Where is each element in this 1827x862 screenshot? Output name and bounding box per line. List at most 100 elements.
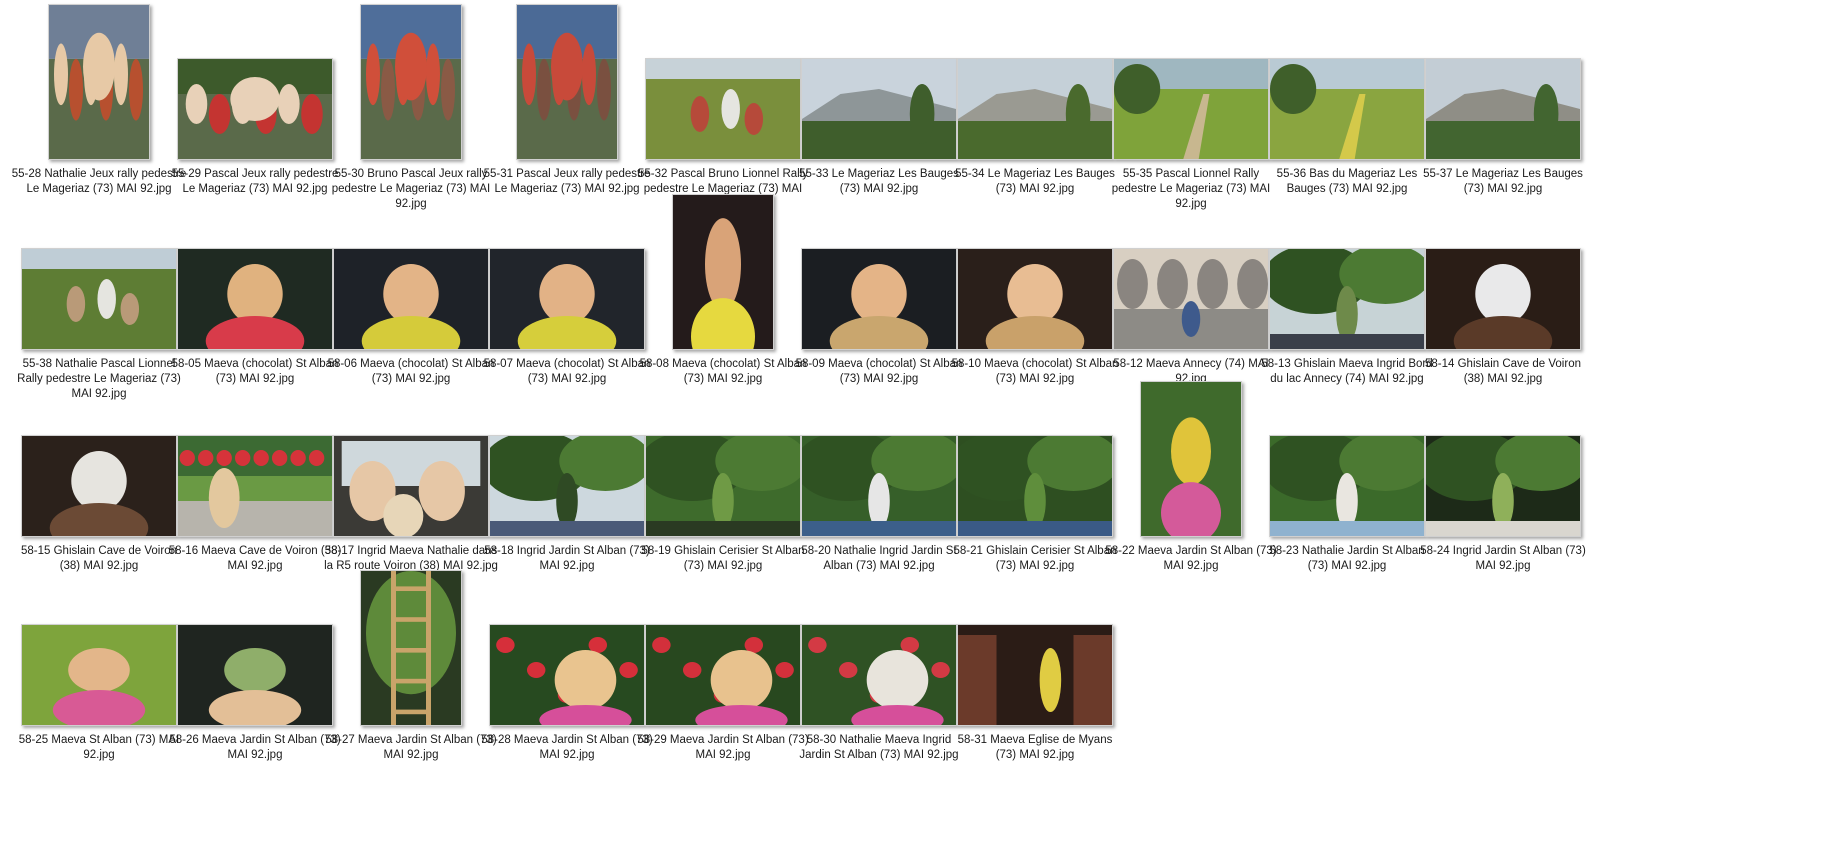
thumbnail-area: [172, 570, 338, 726]
file-tile[interactable]: 58-28 Maeva Jardin St Alban (73) MAI 92.…: [476, 566, 658, 778]
thumbnail-image[interactable]: [957, 58, 1113, 160]
file-tile[interactable]: 58-15 Ghislain Cave de Voiron (38) MAI 9…: [8, 377, 190, 589]
file-tile[interactable]: 58-19 Ghislain Cerisier St Alban (73) MA…: [632, 377, 814, 589]
thumbnail-image[interactable]: [489, 624, 645, 726]
thumbnail-image[interactable]: [1113, 58, 1269, 160]
thumbnail-image[interactable]: [1269, 435, 1425, 537]
photo-preview: [802, 249, 956, 349]
thumbnail-area: [16, 194, 182, 350]
thumbnail-area: [16, 381, 182, 537]
file-tile[interactable]: 58-14 Ghislain Cave de Voiron (38) MAI 9…: [1412, 190, 1594, 402]
file-tile[interactable]: 58-29 Maeva Jardin St Alban (73) MAI 92.…: [632, 566, 814, 778]
file-tile[interactable]: 58-31 Maeva Eglise de Myans (73) MAI 92.…: [944, 566, 1126, 778]
file-tile[interactable]: 58-10 Maeva (chocolat) St Alban (73) MAI…: [944, 190, 1126, 402]
file-tile[interactable]: 58-24 Ingrid Jardin St Alban (73) MAI 92…: [1412, 377, 1594, 589]
thumbnail-image[interactable]: [801, 624, 957, 726]
thumbnail-image[interactable]: [645, 58, 801, 160]
file-tile[interactable]: 55-30 Bruno Pascal Jeux rally pedestre L…: [320, 0, 502, 212]
thumbnail-image[interactable]: [801, 58, 957, 160]
file-tile[interactable]: 55-32 Pascal Bruno Lionnel Rally pedestr…: [632, 0, 814, 212]
file-tile[interactable]: 58-26 Maeva Jardin St Alban (73) MAI 92.…: [164, 566, 346, 778]
thumbnail-image[interactable]: [21, 624, 177, 726]
thumbnail-area: [952, 4, 1118, 160]
file-tile[interactable]: 58-22 Maeva Jardin St Alban (73) MAI 92.…: [1100, 377, 1282, 589]
file-tile[interactable]: 55-34 Le Mageriaz Les Bauges (73) MAI 92…: [944, 0, 1126, 212]
thumbnail-area: [1264, 194, 1430, 350]
thumbnail-image[interactable]: [801, 248, 957, 350]
thumbnail-area: [328, 570, 494, 726]
photo-preview: [361, 571, 461, 725]
thumbnail-image[interactable]: [333, 248, 489, 350]
file-name-label: 58-29 Maeva Jardin St Alban (73) MAI 92.…: [637, 734, 809, 761]
thumbnail-area: [16, 570, 182, 726]
thumbnail-image[interactable]: [957, 248, 1113, 350]
thumbnail-image[interactable]: [1113, 248, 1269, 350]
thumbnail-image[interactable]: [177, 624, 333, 726]
thumbnail-image[interactable]: [645, 435, 801, 537]
file-tile[interactable]: 58-27 Maeva Jardin St Alban (73) MAI 92.…: [320, 566, 502, 778]
file-tile[interactable]: 58-06 Maeva (chocolat) St Alban (73) MAI…: [320, 190, 502, 402]
file-tile[interactable]: 55-28 Nathalie Jeux rally pedestre Le Ma…: [8, 0, 190, 212]
file-tile[interactable]: 55-38 Nathalie Pascal Lionnel Rally pede…: [8, 190, 190, 402]
file-tile[interactable]: 58-18 Ingrid Jardin St Alban (73) MAI 92…: [476, 377, 658, 589]
file-tile[interactable]: 55-31 Pascal Jeux rally pedestre Le Mage…: [476, 0, 658, 212]
thumbnail-area: [484, 570, 650, 726]
thumbnail-image[interactable]: [333, 435, 489, 537]
photo-preview: [1114, 249, 1268, 349]
thumbnail-image[interactable]: [1269, 248, 1425, 350]
thumbnail-image[interactable]: [360, 4, 462, 160]
file-tile[interactable]: 58-20 Nathalie Ingrid Jardin St Alban (7…: [788, 377, 970, 589]
thumbnail-image[interactable]: [1140, 381, 1242, 537]
thumbnail-area: [640, 194, 806, 350]
photo-preview: [802, 625, 956, 725]
thumbnail-image[interactable]: [645, 624, 801, 726]
thumbnail-image[interactable]: [957, 624, 1113, 726]
file-tile[interactable]: 58-12 Maeva Annecy (74) MAI 92.jpg: [1100, 190, 1282, 402]
thumbnail-area: [484, 4, 650, 160]
file-tile[interactable]: 58-17 Ingrid Maeva Nathalie dans la R5 r…: [320, 377, 502, 589]
file-tile[interactable]: 58-13 Ghislain Maeva Ingrid Bord du lac …: [1256, 190, 1438, 402]
thumbnail-image[interactable]: [360, 570, 462, 726]
file-tile[interactable]: 58-07 Maeva (chocolat) St Alban (73) MAI…: [476, 190, 658, 402]
file-name-label: 58-27 Maeva Jardin St Alban (73) MAI 92.…: [325, 734, 497, 761]
photo-preview: [958, 625, 1112, 725]
thumbnail-area: [1264, 381, 1430, 537]
file-tile[interactable]: 58-30 Nathalie Maeva Ingrid Jardin St Al…: [788, 566, 970, 778]
file-tile[interactable]: 55-35 Pascal Lionnel Rally pedestre Le M…: [1100, 0, 1282, 212]
thumbnail-image[interactable]: [1425, 435, 1581, 537]
file-tile[interactable]: 55-33 Le Mageriaz Les Bauges (73) MAI 92…: [788, 0, 970, 212]
file-tile[interactable]: 58-08 Maeva (chocolat) St Alban (73) MAI…: [632, 190, 814, 402]
photo-preview: [1114, 59, 1268, 159]
photo-preview: [646, 436, 800, 536]
thumbnail-image[interactable]: [21, 248, 177, 350]
thumbnail-image[interactable]: [957, 435, 1113, 537]
thumbnail-image[interactable]: [177, 248, 333, 350]
file-tile[interactable]: 58-21 Ghislain Cerisier St Alban (73) MA…: [944, 377, 1126, 589]
file-tile[interactable]: 58-09 Maeva (chocolat) St Alban (73) MAI…: [788, 190, 970, 402]
photo-preview: [646, 625, 800, 725]
thumbnail-image[interactable]: [672, 194, 774, 350]
file-name-label: 58-26 Maeva Jardin St Alban (73) MAI 92.…: [169, 734, 341, 761]
thumbnail-image[interactable]: [801, 435, 957, 537]
thumbnail-area: [172, 381, 338, 537]
thumbnail-image[interactable]: [48, 4, 150, 160]
file-tile[interactable]: 55-29 Pascal Jeux rally pedestre Le Mage…: [164, 0, 346, 212]
photo-preview: [22, 625, 176, 725]
thumbnail-image[interactable]: [1425, 248, 1581, 350]
thumbnail-image[interactable]: [1425, 58, 1581, 160]
file-tile[interactable]: 58-16 Maeva Cave de Voiron (38) MAI 92.j…: [164, 377, 346, 589]
file-tile[interactable]: 58-23 Nathalie Jardin St Alban (73) MAI …: [1256, 377, 1438, 589]
file-tile[interactable]: 55-36 Bas du Mageriaz Les Bauges (73) MA…: [1256, 0, 1438, 212]
file-tile[interactable]: 58-25 Maeva St Alban (73) MAI 92.jpg: [8, 566, 190, 778]
thumbnail-image[interactable]: [489, 435, 645, 537]
thumbnail-image[interactable]: [177, 435, 333, 537]
thumbnail-image[interactable]: [21, 435, 177, 537]
thumbnail-image[interactable]: [516, 4, 618, 160]
file-name-label: 58-30 Nathalie Maeva Ingrid Jardin St Al…: [799, 734, 959, 761]
file-tile[interactable]: 58-05 Maeva (chocolat) St Alban (73) MAI…: [164, 190, 346, 402]
thumbnail-image[interactable]: [177, 58, 333, 160]
file-tile[interactable]: 55-37 Le Mageriaz Les Bauges (73) MAI 92…: [1412, 0, 1594, 212]
thumbnail-image[interactable]: [1269, 58, 1425, 160]
photo-preview: [673, 195, 773, 349]
thumbnail-image[interactable]: [489, 248, 645, 350]
